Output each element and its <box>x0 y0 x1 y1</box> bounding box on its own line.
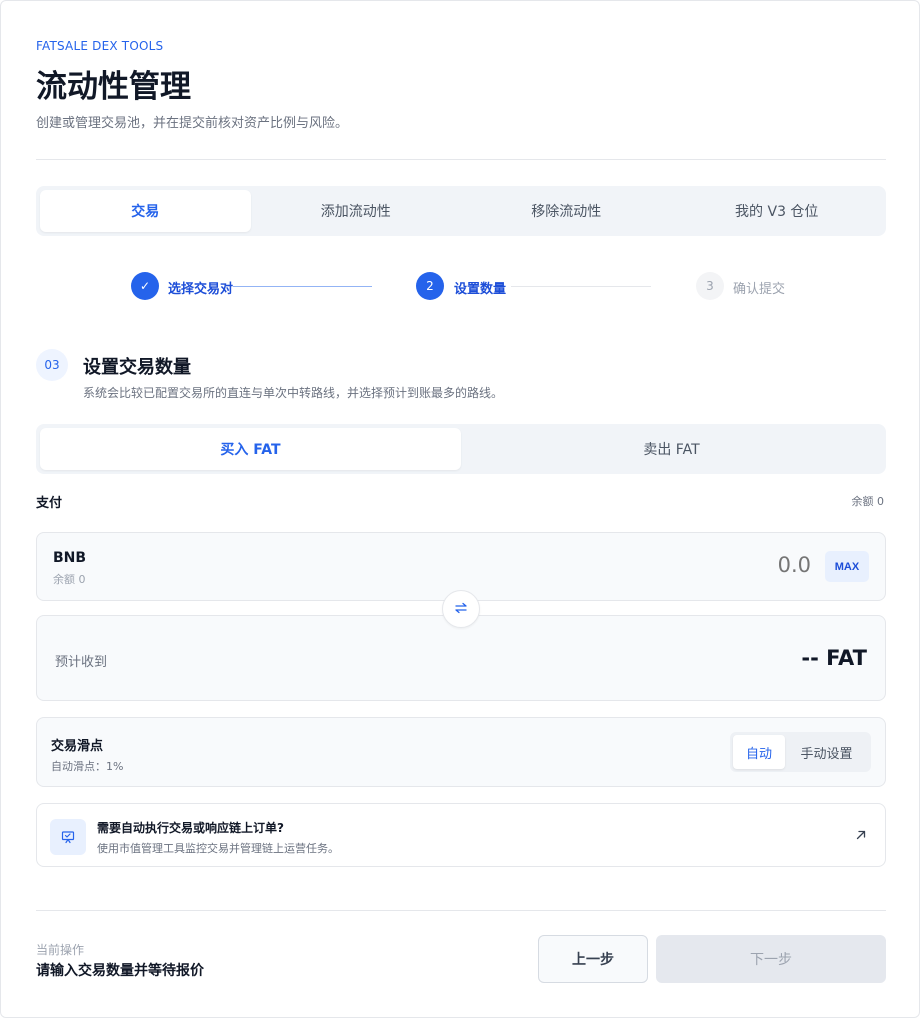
main-tabs: 交易 添加流动性 移除流动性 我的 V3 仓位 <box>36 186 886 236</box>
automation-promo-card[interactable]: 需要自动执行交易或响应链上订单? 使用市值管理工具监控交易并管理链上运营任务。 <box>36 803 886 867</box>
external-arrow-icon <box>855 826 867 845</box>
step-1-connector <box>233 286 372 287</box>
step-1-label: 选择交易对 <box>168 282 234 297</box>
previous-step-button[interactable]: 上一步 <box>538 935 648 983</box>
pay-token-balance: 余额 0 <box>53 573 86 586</box>
page-frame: FATSALE DEX TOOLS 流动性管理 创建或管理交易池，并在提交前核对… <box>0 0 920 1018</box>
header-divider <box>36 159 886 160</box>
current-operation-label: 当前操作 <box>36 943 85 957</box>
section-description: 系统会比较已配置交易所的直连与单次中转路线，并选择预计到账最多的路线。 <box>83 386 504 400</box>
swap-arrows-icon <box>454 600 468 619</box>
step-2-marker: 2 <box>416 272 444 300</box>
next-step-button[interactable]: 下一步 <box>656 935 886 983</box>
presentation-board-icon <box>50 819 86 855</box>
buy-fat-tab[interactable]: 买入 FAT <box>40 428 461 470</box>
slippage-auto-option[interactable]: 自动 <box>733 735 785 769</box>
sell-fat-tab[interactable]: 卖出 FAT <box>461 428 882 470</box>
pay-balance: 余额 0 <box>851 495 885 508</box>
step-1-check-icon: ✓ <box>131 272 159 300</box>
current-operation-value: 请输入交易数量并等待报价 <box>36 963 204 979</box>
promo-title: 需要自动执行交易或响应链上订单? <box>97 821 284 835</box>
slippage-manual-option[interactable]: 手动设置 <box>785 735 868 769</box>
receive-label: 预计收到 <box>55 655 108 670</box>
step-2-connector <box>511 286 651 287</box>
trade-direction-toggle: 买入 FAT 卖出 FAT <box>36 424 886 474</box>
slippage-subtitle: 自动滑点：1% <box>51 760 124 773</box>
brand-label: FATSALE DEX TOOLS <box>36 39 164 53</box>
footer-divider <box>36 910 886 911</box>
slippage-mode-toggle: 自动 手动设置 <box>730 732 871 772</box>
swap-direction-button[interactable] <box>442 590 480 628</box>
pay-amount-input[interactable] <box>611 553 811 577</box>
max-button[interactable]: MAX <box>825 551 869 582</box>
tab-remove-liquidity[interactable]: 移除流动性 <box>461 190 672 232</box>
slippage-title: 交易滑点 <box>51 739 104 754</box>
step-2-label: 设置数量 <box>454 282 507 297</box>
promo-subtitle: 使用市值管理工具监控交易并管理链上运营任务。 <box>97 842 339 855</box>
section-number-badge: 03 <box>36 349 68 381</box>
pay-token-symbol: BNB <box>53 550 87 566</box>
section-title: 设置交易数量 <box>83 357 191 378</box>
pay-label: 支付 <box>36 496 63 511</box>
receive-value: -- FAT <box>801 646 867 670</box>
slippage-panel: 交易滑点 自动滑点：1% 自动 手动设置 <box>36 717 886 787</box>
tab-trade[interactable]: 交易 <box>40 190 251 232</box>
step-3-marker: 3 <box>696 272 724 300</box>
page-title: 流动性管理 <box>36 69 191 105</box>
stepper: ✓ 选择交易对 2 设置数量 3 确认提交 <box>131 272 831 302</box>
step-3-label: 确认提交 <box>733 282 786 297</box>
tab-my-v3-positions[interactable]: 我的 V3 仓位 <box>672 190 883 232</box>
page-subtitle: 创建或管理交易池，并在提交前核对资产比例与风险。 <box>36 116 349 131</box>
tab-add-liquidity[interactable]: 添加流动性 <box>251 190 462 232</box>
